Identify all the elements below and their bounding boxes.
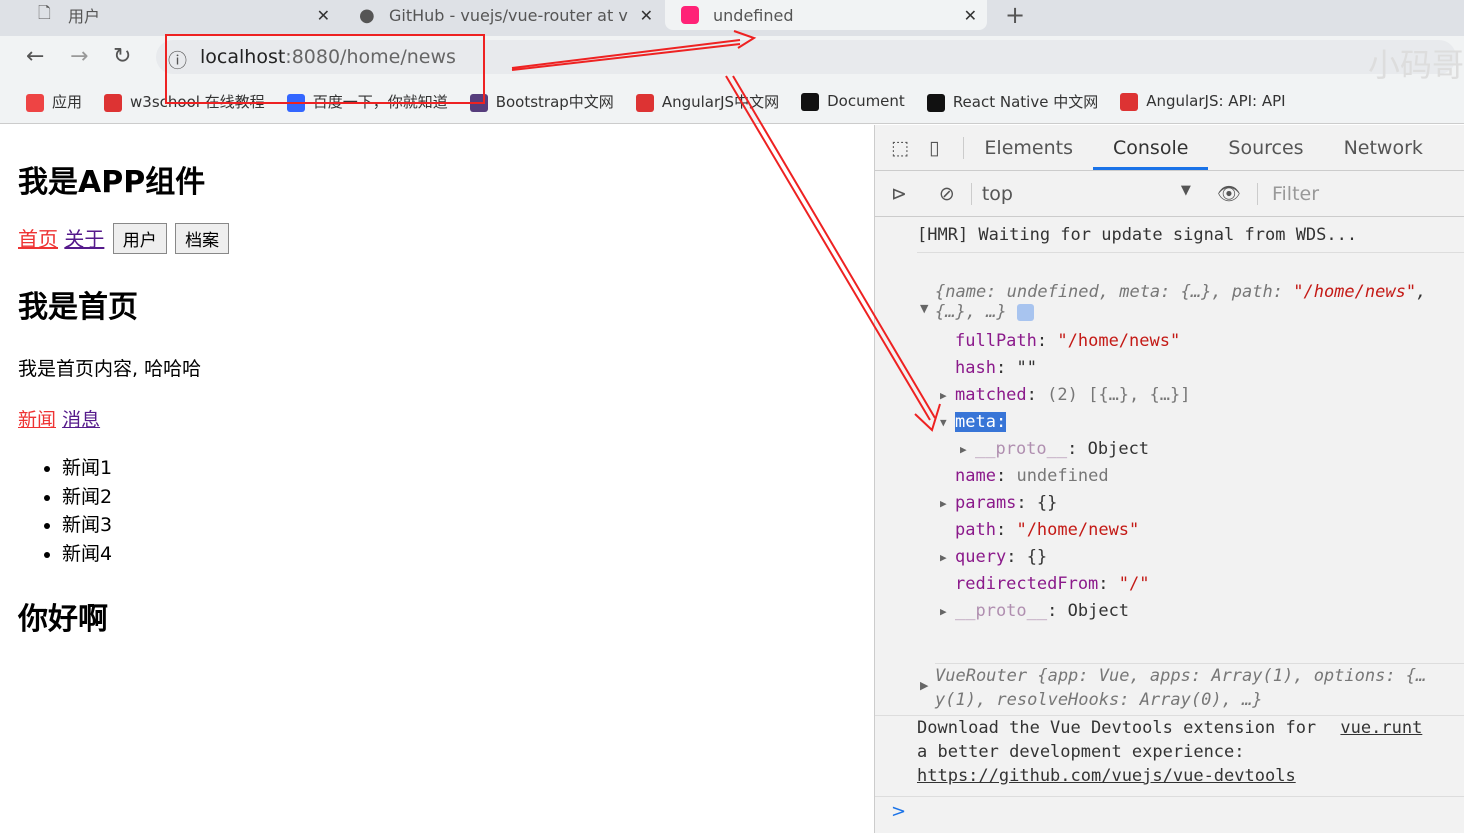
expand-triangle-icon[interactable]: ▶ (940, 605, 947, 618)
info-badge-icon (1016, 303, 1034, 321)
close-icon[interactable]: ✕ (964, 6, 977, 25)
page-icon: 🗋 (38, 2, 51, 22)
vue-icon (681, 6, 699, 24)
link-messages[interactable]: 消息 (62, 409, 100, 431)
bookmark-item[interactable]: Bootstrap中文网 (469, 91, 614, 112)
user-button[interactable]: 用户 (112, 223, 167, 254)
object-property: path: "/home/news" (955, 520, 1140, 540)
expand-triangle-icon[interactable]: ▶ (920, 679, 928, 692)
app-heading: 我是APP组件 (18, 165, 206, 200)
forward-icon[interactable]: → (70, 44, 88, 69)
news-list: 新闻1 新闻2 新闻3 新闻4 (62, 454, 864, 568)
collapse-triangle-icon[interactable]: ▼ (940, 416, 947, 429)
tab-users[interactable]: 🗋 用户 ✕ (0, 0, 340, 30)
news-item: 新闻3 (62, 511, 864, 540)
bookmark-item[interactable]: Document (801, 92, 905, 111)
link-home[interactable]: 首页 (18, 227, 58, 251)
object-property: name: undefined (955, 466, 1109, 486)
devtools-link[interactable]: https://github.com/vuejs/vue-devtools (917, 766, 1296, 786)
info-icon: ⓘ (168, 50, 188, 72)
bookmark-icon (801, 92, 820, 111)
object-property: redirectedFrom: "/" (955, 574, 1150, 594)
bookmark-item[interactable]: AngularJS中文网 (635, 91, 779, 112)
link-news[interactable]: 新闻 (18, 409, 56, 431)
console-devtools-msg: Download the Vue Devtools extension for … (875, 715, 1464, 797)
tab-sources[interactable]: Sources (1208, 137, 1323, 159)
console-toolbar: ⊳ ⊘ top ▼ 👁 Filter (875, 171, 1464, 217)
console-object-summary[interactable]: {name: undefined, meta: {…}, path: "/hom… (935, 282, 1464, 322)
tab-strip: 🗋 用户 ✕ ● GitHub - vuejs/vue-router at v ✕ un… (0, 0, 1464, 36)
clear-console-icon[interactable]: ⊘ (923, 183, 971, 205)
github-icon: ● (359, 4, 375, 26)
source-link[interactable]: vue.runt (1340, 718, 1422, 738)
new-tab-button[interactable]: + (1005, 0, 1025, 30)
bookmark-item[interactable]: w3school 在线教程 (104, 91, 265, 112)
tab-github[interactable]: ● GitHub - vuejs/vue-router at v ✕ (345, 0, 663, 30)
object-property[interactable]: ▼ meta: (940, 412, 1464, 432)
bookmark-icon (1120, 92, 1139, 111)
bookmark-icon (926, 93, 945, 112)
console-prompt[interactable]: > (891, 801, 1464, 822)
close-icon[interactable]: ✕ (317, 6, 330, 25)
object-property[interactable]: ▶ __proto__: Object (940, 601, 1464, 621)
bookmarks-bar: 应用 w3school 在线教程 百度一下，你就知道 Bootstrap中文网 Angu… (0, 80, 1464, 124)
expand-triangle-icon[interactable]: ▶ (940, 551, 947, 564)
bookmark-item[interactable]: 百度一下，你就知道 (286, 91, 448, 112)
object-property: hash: "" (955, 358, 1037, 378)
console-router[interactable]: VueRouter {app: Vue, apps: Array(1), opt… (935, 663, 1464, 712)
page-content: 我是APP组件 首页 关于 用户 档案 我是首页 我是首页内容, 哈哈哈 新闻 … (8, 125, 874, 833)
bookmark-item[interactable]: 应用 (26, 91, 82, 112)
home-heading: 我是首页 (18, 290, 138, 325)
filter-input[interactable]: Filter (1256, 182, 1464, 205)
expand-triangle-icon[interactable]: ▶ (940, 389, 947, 402)
news-item: 新闻2 (62, 483, 864, 512)
link-about[interactable]: 关于 (64, 227, 104, 251)
tab-elements[interactable]: Elements (964, 137, 1093, 159)
object-property: fullPath: "/home/news" (955, 331, 1181, 351)
tab-console[interactable]: Console (1092, 126, 1209, 170)
expand-triangle-icon[interactable]: ▶ (940, 497, 947, 510)
bookmark-icon (635, 93, 654, 112)
news-item: 新闻4 (62, 540, 864, 569)
sidebar-toggle-icon[interactable]: ⊳ (875, 183, 923, 205)
news-item: 新闻1 (62, 454, 864, 483)
console-hmr: [HMR] Waiting for update signal from WDS… (917, 225, 1464, 253)
object-property[interactable]: ▶ __proto__: Object (960, 439, 1464, 459)
devtools-tabbar: ⬚ ▯ Elements Console Sources Network (875, 125, 1464, 171)
bookmark-item[interactable]: AngularJS: API: API (1120, 92, 1286, 111)
object-property[interactable]: ▶ params: {} (940, 493, 1464, 513)
device-toggle-icon[interactable]: ▯ (921, 136, 965, 159)
reload-icon[interactable]: ↻ (113, 44, 131, 69)
bookmark-item[interactable]: React Native 中文网 (926, 91, 1098, 112)
tab-undefined[interactable]: undefined ✕ (665, 0, 987, 30)
back-icon[interactable]: ← (26, 44, 44, 69)
bookmark-icon (104, 93, 123, 112)
profile-button[interactable]: 档案 (175, 223, 230, 254)
bookmark-icon (469, 93, 488, 112)
tab-network[interactable]: Network (1324, 137, 1443, 159)
home-content: 我是首页内容, 哈哈哈 (18, 358, 202, 380)
object-property[interactable]: ▶ matched: (2) [{…}, {…}] (940, 385, 1464, 405)
expand-triangle-icon[interactable]: ▶ (960, 443, 967, 456)
close-icon[interactable]: ✕ (640, 6, 653, 25)
bookmark-icon (286, 93, 305, 112)
hello-heading: 你好啊 (18, 602, 108, 637)
address-bar[interactable]: ⓘ localhost:8080/home/news (156, 40, 1456, 74)
context-select[interactable]: top ▼ (970, 182, 1201, 205)
inspect-icon[interactable]: ⬚ (875, 137, 921, 159)
expand-triangle-icon[interactable]: ▼ (920, 302, 928, 315)
bookmark-icon (26, 93, 44, 112)
devtools-panel: ⬚ ▯ Elements Console Sources Network ⊳ ⊘… (874, 125, 1464, 833)
object-property[interactable]: ▶ query: {} (940, 547, 1464, 567)
eye-icon[interactable]: 👁 (1201, 182, 1257, 205)
